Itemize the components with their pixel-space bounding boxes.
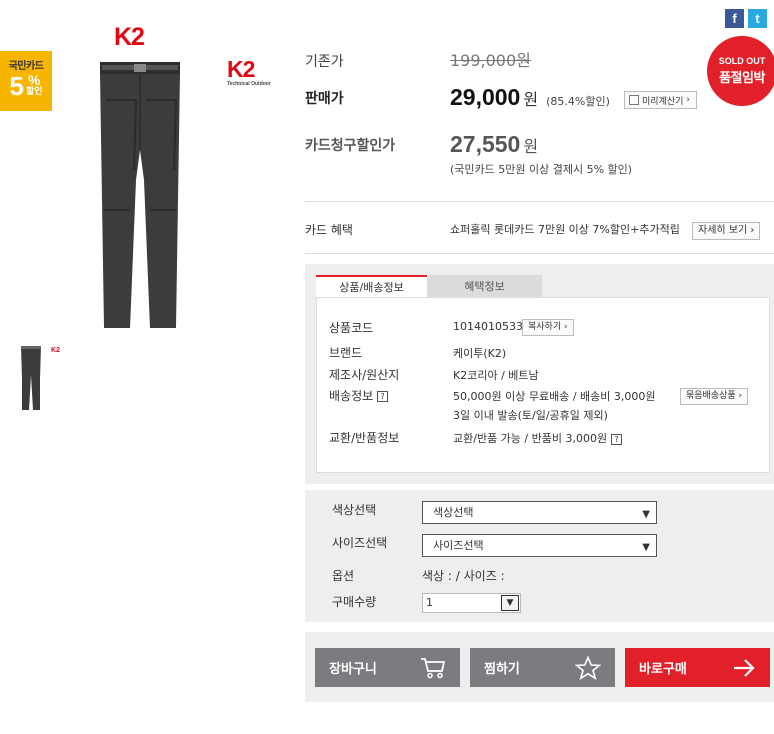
chevron-down-icon: ▼ bbox=[501, 595, 519, 611]
social-share: f t bbox=[725, 9, 767, 28]
brand-label: 브랜드 bbox=[329, 346, 363, 360]
card-benefit-label: 카드 혜택 bbox=[305, 223, 353, 237]
chevron-down-icon: ▼ bbox=[642, 509, 650, 520]
card-price: 27,550 원 bbox=[450, 131, 539, 157]
brand-logo: K2 bbox=[114, 23, 145, 51]
product-code-value: 1014010533 bbox=[453, 320, 523, 333]
help-icon[interactable]: ? bbox=[611, 433, 623, 445]
card-price-label: 카드청구할인가 bbox=[305, 138, 396, 154]
benefit-detail-button[interactable]: 자세히 보기 › bbox=[692, 222, 761, 240]
size-select[interactable]: 사이즈선택 ▼ bbox=[422, 534, 657, 557]
shipping-label: 배송정보? bbox=[329, 387, 389, 404]
wishlist-button[interactable]: 찜하기 bbox=[470, 648, 615, 687]
option-label: 옵션 bbox=[332, 569, 355, 583]
quantity-select[interactable]: 1 ▼ bbox=[422, 593, 521, 613]
discount-rate: (85.4%할인) bbox=[546, 95, 610, 108]
original-price: 199,000원 bbox=[450, 51, 531, 70]
brand-tagline: Technical Outdoor bbox=[227, 81, 271, 87]
copy-code-button[interactable]: 복사하기 › bbox=[522, 319, 574, 336]
card-benefit-text: 쇼퍼홀릭 롯데카드 7만원 이상 7%할인+추가적립 bbox=[450, 223, 680, 236]
tab-benefits[interactable]: 혜택정보 bbox=[427, 275, 542, 298]
quantity-label: 구매수량 bbox=[332, 595, 377, 609]
price-calculator-button[interactable]: 미리계산기 › bbox=[624, 91, 698, 109]
cart-icon bbox=[421, 657, 446, 678]
facebook-icon[interactable]: f bbox=[725, 9, 744, 28]
chevron-right-icon: › bbox=[686, 95, 691, 105]
maker-label: 제조사/원산지 bbox=[329, 368, 400, 382]
sale-price: 29,000 원 (85.4%할인) bbox=[450, 84, 610, 110]
star-icon bbox=[575, 655, 601, 680]
tab-product-shipping[interactable]: 상품/배송정보 bbox=[316, 275, 427, 298]
brand-value: 케이투(K2) bbox=[453, 347, 507, 360]
card-price-note: (국민카드 5만원 이상 결제시 5% 할인) bbox=[450, 163, 633, 176]
divider bbox=[305, 253, 774, 254]
option-summary: 색상 : / 사이즈 : bbox=[422, 569, 505, 583]
help-icon[interactable]: ? bbox=[377, 391, 389, 402]
sale-price-label: 판매가 bbox=[305, 91, 344, 107]
card-discount-badge: 국민카드 5 % 할인 bbox=[0, 51, 52, 111]
product-image bbox=[100, 62, 180, 328]
maker-value: K2코리아 / 베트남 bbox=[453, 369, 539, 382]
color-select-label: 색상선택 bbox=[332, 503, 377, 517]
add-to-cart-button[interactable]: 장바구니 bbox=[315, 648, 460, 687]
shipping-time: 3일 이내 발송(토/일/공휴일 제외) bbox=[453, 409, 608, 422]
return-value: 교환/반품 가능 / 반품비 3,000원? bbox=[453, 430, 623, 446]
calculator-icon bbox=[629, 95, 639, 105]
divider bbox=[305, 201, 774, 202]
shipping-value: 50,000원 이상 무료배송 / 배송비 3,000원 bbox=[453, 390, 656, 403]
chevron-down-icon: ▼ bbox=[642, 542, 650, 553]
size-select-label: 사이즈선택 bbox=[332, 536, 388, 550]
brand-logo-secondary: K2 bbox=[227, 56, 255, 82]
bundle-shipping-button[interactable]: 묶음배송상품 › bbox=[680, 388, 749, 405]
sold-out-badge: SOLD OUT 품절임박 bbox=[707, 36, 774, 106]
buy-now-button[interactable]: 바로구매 bbox=[625, 648, 770, 687]
thumbnail-image[interactable] bbox=[20, 345, 42, 411]
color-select[interactable]: 색상선택 ▼ bbox=[422, 501, 657, 524]
twitter-icon[interactable]: t bbox=[748, 9, 767, 28]
return-label: 교환/반품정보 bbox=[329, 431, 400, 445]
arrow-right-icon bbox=[734, 658, 755, 677]
product-code-label: 상품코드 bbox=[329, 321, 374, 335]
original-price-label: 기존가 bbox=[305, 54, 344, 70]
thumbnail-brand-logo: K2 bbox=[51, 347, 60, 354]
